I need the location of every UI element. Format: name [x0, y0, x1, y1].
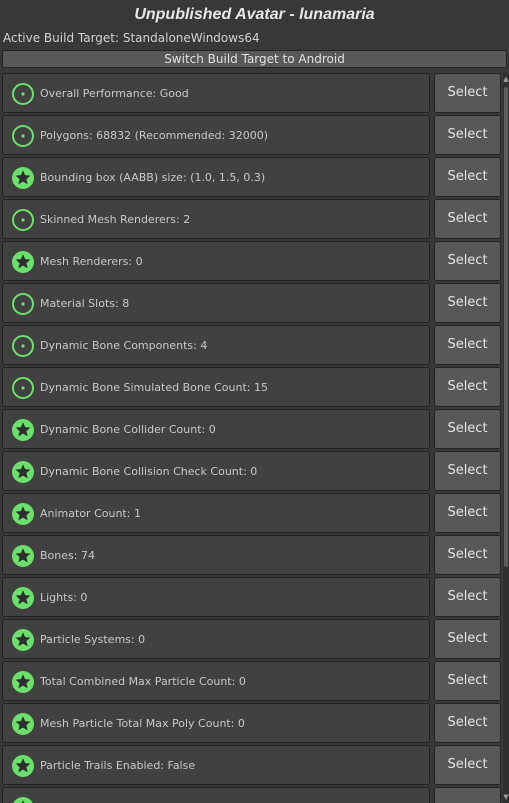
- select-button[interactable]: Select: [434, 703, 501, 743]
- select-button[interactable]: Select: [434, 451, 501, 491]
- list-item: Mesh Particle Total Max Poly Count: 0 Sel…: [2, 703, 505, 743]
- select-button[interactable]: Select: [434, 157, 501, 197]
- excellent-star-icon: [11, 754, 35, 778]
- stat-label: Animator Count: 1: [40, 507, 141, 520]
- scrollbar-thumb[interactable]: [504, 87, 508, 567]
- excellent-star-icon: [11, 544, 35, 568]
- scroll-up-arrow-icon[interactable]: ▲: [503, 75, 509, 83]
- select-button[interactable]: Select: [434, 535, 501, 575]
- select-button[interactable]: Select: [434, 409, 501, 449]
- list-item: Animator Count: 1 Select: [2, 493, 505, 533]
- stat-row-panel: Dynamic Bone Collider Count: 0: [2, 409, 430, 449]
- stat-row-panel: Bounding box (AABB) size: (1.0, 1.5, 0.3…: [2, 157, 430, 197]
- select-button[interactable]: Select: [434, 283, 501, 323]
- good-dot-icon: [11, 208, 35, 232]
- excellent-star-icon: [11, 670, 35, 694]
- excellent-star-icon: [11, 628, 35, 652]
- stat-row-panel: Mesh Particle Total Max Poly Count: 0: [2, 703, 430, 743]
- window-title: Unpublished Avatar - lunamaria: [134, 6, 375, 23]
- select-button[interactable]: Select: [434, 745, 501, 785]
- stat-label: Particle Trails Enabled: False: [40, 759, 196, 772]
- excellent-star-icon: [11, 166, 35, 190]
- list-item: Overall Performance: Good Select: [2, 73, 505, 113]
- stat-row-panel: Bones: 74: [2, 535, 430, 575]
- list-item: Particle Systems: 0 Select: [2, 619, 505, 659]
- switch-build-target-button[interactable]: Switch Build Target to Android: [2, 50, 507, 68]
- select-button[interactable]: Select: [434, 661, 501, 701]
- good-dot-icon: [11, 376, 35, 400]
- stat-row-panel: Mesh Renderers: 0: [2, 241, 430, 281]
- select-button[interactable]: Select: [434, 241, 501, 281]
- stat-label: Dynamic Bone Simulated Bone Count: 15: [40, 381, 268, 394]
- list-item: Bounding box (AABB) size: (1.0, 1.5, 0.3…: [2, 157, 505, 197]
- stat-row-panel: Total Combined Max Particle Count: 0: [2, 661, 430, 701]
- performance-stats-list: Overall Performance: Good Select Polygons:…: [0, 73, 505, 803]
- good-dot-icon: [11, 334, 35, 358]
- stat-label: Lights: 0: [40, 591, 88, 604]
- stat-row-panel: Polygons: 68832 (Recommended: 32000): [2, 115, 430, 155]
- stat-row-panel: Skinned Mesh Renderers: 2: [2, 199, 430, 239]
- stat-label: Mesh Renderers: 0: [40, 255, 143, 268]
- active-build-target-label: Active Build Target: StandaloneWindows64: [3, 31, 260, 45]
- good-dot-icon: [11, 82, 35, 106]
- select-button[interactable]: Select: [434, 577, 501, 617]
- list-item: Bones: 74 Select: [2, 535, 505, 575]
- excellent-star-icon: [11, 418, 35, 442]
- vertical-scrollbar[interactable]: ▲ ▼: [503, 73, 509, 803]
- excellent-star-icon: [11, 712, 35, 736]
- stat-label: Dynamic Bone Components: 4: [40, 339, 208, 352]
- select-button[interactable]: Select: [434, 619, 501, 659]
- stat-label: Bones: 74: [40, 549, 95, 562]
- stat-row-panel: Overall Performance: Good: [2, 73, 430, 113]
- list-item: Dynamic Bone Collision Check Count: 0 Sel…: [2, 451, 505, 491]
- stat-label: Material Slots: 8: [40, 297, 130, 310]
- excellent-star-icon: [11, 586, 35, 610]
- stat-label: Dynamic Bone Collision Check Count: 0: [40, 465, 258, 478]
- excellent-star-icon: [11, 796, 35, 803]
- stat-label: Skinned Mesh Renderers: 2: [40, 213, 191, 226]
- list-item: Particle Trails Enabled: False Select: [2, 745, 505, 785]
- list-item: Dynamic Bone Simulated Bone Count: 15 Sel…: [2, 367, 505, 407]
- stat-row-panel: Particle Trails Enabled: False: [2, 745, 430, 785]
- stat-row-panel: Lights: 0: [2, 577, 430, 617]
- select-button[interactable]: Select: [434, 367, 501, 407]
- excellent-star-icon: [11, 502, 35, 526]
- list-item: Total Combined Max Particle Count: 0 Sele…: [2, 661, 505, 701]
- stat-label: Particle Systems: 0: [40, 633, 146, 646]
- list-item: Dynamic Bone Components: 4 Select: [2, 325, 505, 365]
- list-item: Polygons: 68832 (Recommended: 32000) Sele…: [2, 115, 505, 155]
- stat-row-panel: Animator Count: 1: [2, 493, 430, 533]
- stat-label: Dynamic Bone Collider Count: 0: [40, 423, 216, 436]
- list-item: Mesh Renderers: 0 Select: [2, 241, 505, 281]
- stat-row-panel: Material Slots: 8: [2, 283, 430, 323]
- scroll-down-arrow-icon[interactable]: ▼: [503, 793, 509, 801]
- select-button[interactable]: Select: [434, 325, 501, 365]
- list-item: [2, 787, 505, 803]
- stat-row-panel: Dynamic Bone Components: 4: [2, 325, 430, 365]
- stat-label: Overall Performance: Good: [40, 87, 189, 100]
- good-dot-icon: [11, 124, 35, 148]
- stat-row-panel: Particle Systems: 0: [2, 619, 430, 659]
- select-button[interactable]: Select: [434, 199, 501, 239]
- stat-label: Polygons: 68832 (Recommended: 32000): [40, 129, 269, 142]
- select-button[interactable]: [434, 787, 501, 803]
- good-dot-icon: [11, 292, 35, 316]
- stat-label: Mesh Particle Total Max Poly Count: 0: [40, 717, 245, 730]
- stat-row-panel: [2, 787, 430, 803]
- stat-label: Bounding box (AABB) size: (1.0, 1.5, 0.3…: [40, 171, 266, 184]
- list-item: Dynamic Bone Collider Count: 0 Select: [2, 409, 505, 449]
- stat-label: Total Combined Max Particle Count: 0: [40, 675, 246, 688]
- select-button[interactable]: Select: [434, 73, 501, 113]
- list-item: Skinned Mesh Renderers: 2 Select: [2, 199, 505, 239]
- select-button[interactable]: Select: [434, 115, 501, 155]
- list-item: Material Slots: 8 Select: [2, 283, 505, 323]
- excellent-star-icon: [11, 250, 35, 274]
- excellent-star-icon: [11, 460, 35, 484]
- list-item: Lights: 0 Select: [2, 577, 505, 617]
- stat-row-panel: Dynamic Bone Collision Check Count: 0: [2, 451, 430, 491]
- stat-row-panel: Dynamic Bone Simulated Bone Count: 15: [2, 367, 430, 407]
- select-button[interactable]: Select: [434, 493, 501, 533]
